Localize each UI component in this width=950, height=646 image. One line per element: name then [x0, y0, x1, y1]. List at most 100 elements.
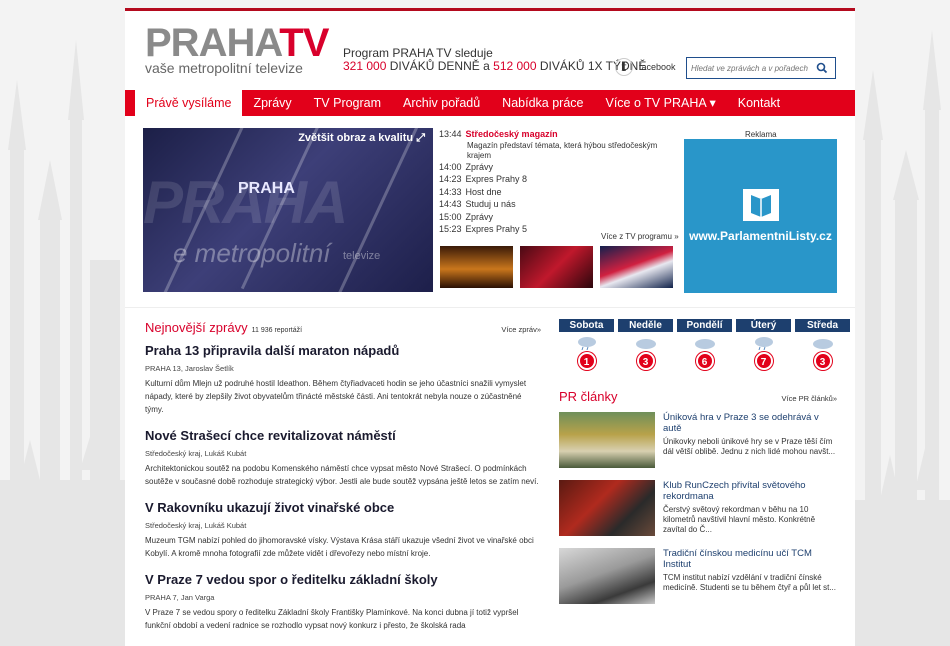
- weather-day[interactable]: Pondělí 6: [677, 319, 732, 370]
- hero-bg-subtitle-2: televize: [343, 250, 381, 262]
- enlarge-video-button[interactable]: Zvětšit obraz a kvalitu ⤢: [298, 132, 425, 145]
- enlarge-label: Zvětšit obraz a kvalitu: [298, 132, 414, 144]
- hero-logo-text: PRAHA: [238, 180, 295, 197]
- promo-daily-text: DIVÁKŮ DENNĚ: [389, 59, 480, 73]
- pr-article-text: Čerstvý světový rekordman v běhu na 10 k…: [663, 505, 816, 534]
- weather-day[interactable]: Neděle 3: [618, 319, 673, 370]
- facebook-icon: f: [615, 58, 633, 76]
- cloud-icon: [811, 336, 835, 350]
- article-meta: Středočeský kraj, Lukáš Kubát: [145, 449, 247, 458]
- pr-article[interactable]: Úniková hra v Praze 3 se odehrává v autě…: [559, 412, 837, 468]
- schedule-row[interactable]: 14:43 Studuj u nás: [439, 198, 679, 211]
- program-thumbnail[interactable]: [600, 246, 673, 288]
- schedule-description: Magazín představí témata, která hýbou st…: [467, 140, 658, 160]
- pr-article-text: TCM institut nabízí vzdělání v tradiční …: [663, 573, 836, 592]
- skyline-decoration-right: [855, 30, 950, 646]
- schedule-time: 14:33: [439, 186, 462, 197]
- nav-item-archive[interactable]: Archiv pořadů: [392, 90, 491, 116]
- section-divider: [125, 307, 855, 308]
- weather-day-number: 3: [813, 352, 832, 370]
- promo-weekly-count: 512 000: [493, 59, 537, 73]
- schedule-title: Středočeský magazín: [465, 129, 558, 139]
- weather-forecast: Sobota 1 Neděle 3 Pondělí 6 Úterý 7 Stře…: [559, 319, 850, 370]
- viewership-promo: Program PRAHA TV sleduje 321 000 DIVÁKŮ …: [343, 47, 646, 73]
- weather-day-label: Sobota: [559, 319, 614, 332]
- news-more-link[interactable]: Více zpráv»: [501, 325, 541, 334]
- news-article: Nové Strašecí chce revitalizovat náměstí…: [145, 428, 541, 488]
- schedule-row[interactable]: 13:44 Středočeský magazín: [439, 128, 679, 141]
- article-title[interactable]: Nové Strašecí chce revitalizovat náměstí: [145, 428, 541, 444]
- schedule-title: Host dne: [465, 186, 502, 197]
- logo-tagline: vaše metropolitní televize: [145, 60, 303, 76]
- skyline-decoration-left: [0, 40, 125, 646]
- pr-more-link[interactable]: Více PR článků»: [782, 394, 837, 403]
- expand-icon: ⤢: [416, 132, 425, 144]
- promo-daily-count: 321 000: [343, 59, 387, 73]
- search-box: [686, 57, 836, 79]
- article-title[interactable]: V Rakovníku ukazují život vinařské obce: [145, 500, 541, 516]
- nav-item-live[interactable]: Právě vysíláme: [135, 90, 243, 116]
- nav-item-news[interactable]: Zprávy: [242, 90, 302, 116]
- article-title[interactable]: V Praze 7 vedou spor o ředitelku základn…: [145, 572, 541, 588]
- search-icon[interactable]: [815, 61, 829, 75]
- weather-day-label: Pondělí: [677, 319, 732, 332]
- schedule-row[interactable]: 15:00 Zprávy: [439, 211, 679, 224]
- logo-suffix: TV: [279, 21, 329, 65]
- program-thumbnails: [440, 246, 673, 288]
- advertisement-banner[interactable]: www.ParlamentniListy.cz: [684, 139, 837, 293]
- schedule-time: 13:44: [439, 129, 462, 139]
- news-article: Praha 13 připravila další maraton nápadů…: [145, 343, 541, 416]
- schedule-title: Zprávy: [465, 161, 494, 172]
- pr-article[interactable]: Klub RunCzech přivítal světového rekordm…: [559, 480, 837, 536]
- nav-item-contact[interactable]: Kontakt: [727, 90, 791, 116]
- weather-day-number: 1: [577, 352, 596, 370]
- pr-article-image: [559, 548, 655, 604]
- news-article: V Rakovníku ukazují život vinařské obce …: [145, 500, 541, 560]
- schedule-time: 14:00: [439, 161, 462, 172]
- site-logo[interactable]: PRAHATV vaše metropolitní televize: [145, 23, 329, 76]
- ad-label: Reklama: [745, 130, 777, 139]
- schedule-time: 15:00: [439, 211, 462, 222]
- article-title[interactable]: Praha 13 připravila další maraton nápadů: [145, 343, 541, 359]
- weather-day-label: Středa: [795, 319, 850, 332]
- search-input[interactable]: [691, 63, 815, 73]
- ad-text: www.ParlamentniListy.cz: [689, 229, 832, 243]
- schedule-more-link[interactable]: Více z TV programu »: [601, 232, 679, 241]
- article-meta: Středočeský kraj, Lukáš Kubát: [145, 521, 247, 530]
- weather-day[interactable]: Středa 3: [795, 319, 850, 370]
- weather-day[interactable]: Úterý 7: [736, 319, 791, 370]
- schedule-title: Expres Prahy 5: [465, 224, 528, 234]
- logo-prefix: PRAHA: [145, 21, 280, 65]
- book-icon: [742, 189, 779, 221]
- site-header: PRAHATV vaše metropolitní televize Progr…: [125, 11, 855, 87]
- schedule-row[interactable]: 14:00 Zprávy: [439, 161, 679, 174]
- news-article: V Praze 7 vedou spor o ředitelku základn…: [145, 572, 541, 632]
- program-thumbnail[interactable]: [440, 246, 513, 288]
- article-text: V Praze 7 se vedou spory o ředitelku Zák…: [145, 608, 519, 630]
- weather-day-number: 6: [695, 352, 714, 370]
- nav-item-about[interactable]: Více o TV PRAHA ▾: [594, 90, 726, 116]
- weather-day[interactable]: Sobota 1: [559, 319, 614, 370]
- schedule-row[interactable]: 14:33 Host dne: [439, 186, 679, 199]
- weather-day-label: Úterý: [736, 319, 791, 332]
- article-meta: PRAHA 13, Jaroslav Šetlík: [145, 364, 234, 373]
- nav-item-jobs[interactable]: Nabídka práce: [491, 90, 594, 116]
- pr-article-title: Tradiční čínskou medicínu učí TCM Instit…: [663, 548, 812, 570]
- pr-article-text: Únikovky neboli únikové hry se v Praze t…: [663, 437, 836, 456]
- nav-item-tv-program[interactable]: TV Program: [303, 90, 392, 116]
- weather-day-number: 7: [754, 352, 773, 370]
- schedule-time: 14:23: [439, 174, 462, 184]
- hero-bg-subtitle: e metropolitní: [173, 238, 331, 268]
- pr-article-title: Úniková hra v Praze 3 se odehrává v autě: [663, 412, 819, 434]
- facebook-link[interactable]: f facebook: [615, 58, 676, 76]
- schedule-title: Expres Prahy 8: [465, 174, 528, 184]
- pr-article-title: Klub RunCzech přivítal světového rekordm…: [663, 480, 806, 502]
- schedule-row[interactable]: 14:23 Expres Prahy 8: [439, 173, 679, 186]
- pr-article[interactable]: Tradiční čínskou medicínu učí TCM Instit…: [559, 548, 837, 604]
- program-thumbnail[interactable]: [520, 246, 593, 288]
- live-video-player[interactable]: PRAHA PRAHA e metropolitní televize Zvět…: [143, 128, 433, 292]
- page-container: PRAHATV vaše metropolitní televize Progr…: [125, 8, 855, 646]
- rain-cloud-icon: [752, 336, 776, 351]
- pr-article-image: [559, 480, 655, 536]
- news-count: 11 936 reportáží: [251, 327, 303, 334]
